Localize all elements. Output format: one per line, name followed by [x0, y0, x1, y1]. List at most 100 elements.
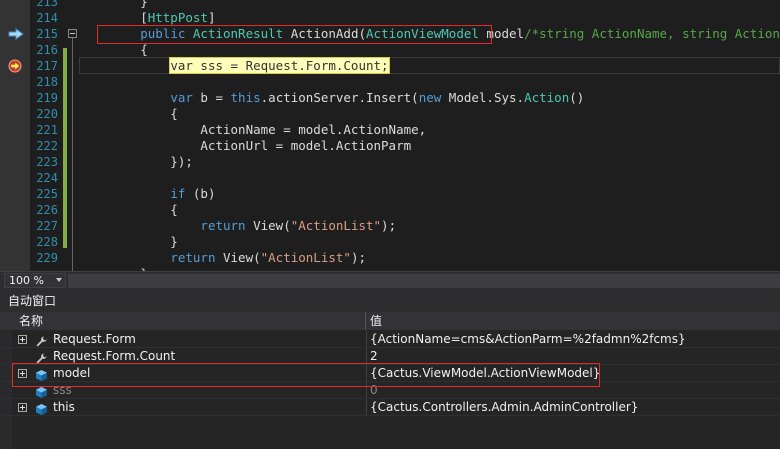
- code-line[interactable]: ActionUrl = model.ActionParm: [80, 138, 411, 154]
- line-number: 226: [36, 203, 58, 217]
- autos-window-title: 自动窗口: [0, 290, 780, 312]
- code-line[interactable]: if (b): [80, 186, 215, 202]
- code-token: b =: [192, 90, 231, 105]
- code-token: ]: [207, 10, 216, 25]
- code-token: Model.Sys.: [441, 90, 525, 105]
- code-token: (b): [185, 186, 216, 201]
- code-token: var: [170, 90, 193, 105]
- code-line[interactable]: ActionName = model.ActionName,: [80, 122, 426, 138]
- code-line[interactable]: }: [80, 0, 148, 10]
- code-line[interactable]: [HttpPost]: [80, 10, 215, 26]
- code-token: );: [381, 218, 397, 233]
- code-token: return: [200, 218, 246, 233]
- zoom-dropdown[interactable]: 100 %: [4, 273, 66, 288]
- code-token: });: [80, 154, 193, 169]
- row-divider: [0, 415, 780, 416]
- column-separator: [366, 399, 367, 416]
- line-number: 217: [36, 59, 58, 73]
- code-token: if: [170, 186, 186, 201]
- line-number: 216: [36, 43, 58, 57]
- code-line[interactable]: return View("ActionList");: [80, 250, 366, 266]
- column-header-name[interactable]: 名称: [15, 312, 366, 330]
- breakpoint-current-icon[interactable]: [8, 59, 22, 73]
- line-number: 229: [36, 251, 58, 265]
- code-line[interactable]: {: [80, 42, 148, 58]
- horizontal-scrollbar[interactable]: [68, 274, 780, 288]
- line-number: 228: [36, 235, 58, 249]
- code-line[interactable]: var b = this.actionServer.Insert(new Mod…: [80, 90, 584, 106]
- code-token: {: [80, 42, 148, 57]
- zoom-value: 100 %: [9, 274, 44, 287]
- autos-row-name: this: [53, 400, 75, 414]
- line-number: 224: [36, 171, 58, 185]
- autos-grid-header: 名称 值: [0, 312, 780, 330]
- code-token: Action: [524, 90, 570, 105]
- current-statement-arrow-icon: [8, 28, 24, 40]
- autos-row[interactable]: this {Cactus.Controllers.Admin.AdminContr…: [0, 399, 780, 416]
- code-token: );: [350, 250, 366, 265]
- glyph-margin[interactable]: [0, 0, 30, 271]
- code-token: "ActionList": [290, 218, 382, 233]
- expand-plus-icon[interactable]: [18, 403, 27, 412]
- line-number: 227: [36, 219, 58, 233]
- code-token: this: [230, 90, 261, 105]
- column-header-value[interactable]: 值: [366, 312, 780, 330]
- code-line[interactable]: var sss = Request.Form.Count;: [80, 57, 390, 74]
- code-line[interactable]: {: [80, 202, 178, 218]
- annotation-box-model-row: [12, 363, 600, 387]
- code-token: "ActionList": [260, 250, 351, 265]
- code-token: ActionUrl = model.ActionParm: [80, 138, 412, 153]
- collapse-toggle-icon[interactable]: [68, 29, 77, 38]
- zoom-bar: 100 %: [0, 271, 780, 290]
- code-token: .actionServer.Insert(: [260, 90, 419, 105]
- code-token: new: [418, 90, 442, 105]
- annotation-box-method-signature: [97, 25, 492, 44]
- cube-icon: [35, 401, 48, 415]
- chevron-down-icon: [56, 278, 62, 282]
- code-token: (): [569, 90, 585, 105]
- line-number: 215: [36, 27, 58, 41]
- autos-row-value[interactable]: {Cactus.Controllers.Admin.AdminControlle…: [370, 399, 638, 416]
- code-token: ActionName = model.ActionName,: [80, 122, 427, 137]
- line-number: 214: [36, 11, 58, 25]
- autos-row[interactable]: Request.Form {ActionName=cms&ActionParm=%…: [0, 331, 780, 348]
- wrench-icon: [35, 350, 48, 364]
- expand-plus-icon[interactable]: [18, 335, 27, 344]
- column-separator: [366, 331, 367, 348]
- line-number-gutter: 213 214 215 216 217 218 219 220 221 222 223 224 225 2…: [30, 0, 60, 271]
- code-line[interactable]: });: [80, 154, 193, 170]
- autos-row-value[interactable]: {ActionName=cms&ActionParm=%2fadmn%2fcms…: [370, 331, 686, 348]
- code-line[interactable]: {: [80, 106, 178, 122]
- line-number: 225: [36, 187, 58, 201]
- line-number: 223: [36, 155, 58, 169]
- outline-guide: [72, 38, 73, 271]
- executing-statement: var sss = Request.Form.Count;: [169, 57, 390, 74]
- code-token: {: [80, 106, 178, 121]
- wrench-icon: [35, 333, 48, 347]
- code-editor[interactable]: 213 214 215 216 217 218 219 220 221 222 223 224 225 2…: [0, 0, 780, 271]
- code-token: }: [80, 234, 178, 249]
- line-number: 213: [36, 0, 58, 9]
- line-number: 218: [36, 75, 58, 89]
- code-token: return: [170, 250, 216, 265]
- code-token: HttpPost: [147, 10, 208, 25]
- autos-row-name: Request.Form: [53, 332, 136, 346]
- code-token: {: [80, 202, 178, 217]
- code-line[interactable]: }: [80, 234, 178, 250]
- code-token: /*string ActionName, string ActionParm*/…: [524, 26, 780, 41]
- line-number: 222: [36, 139, 58, 153]
- line-number: 219: [36, 91, 58, 105]
- code-token: View(: [245, 218, 291, 233]
- code-line[interactable]: return View("ActionList");: [80, 218, 396, 234]
- change-tracking-bar: [63, 48, 67, 248]
- code-token: }: [80, 0, 148, 9]
- line-number: 221: [36, 123, 58, 137]
- line-number: 220: [36, 107, 58, 121]
- code-token: [: [80, 10, 148, 25]
- code-token: View(: [215, 250, 261, 265]
